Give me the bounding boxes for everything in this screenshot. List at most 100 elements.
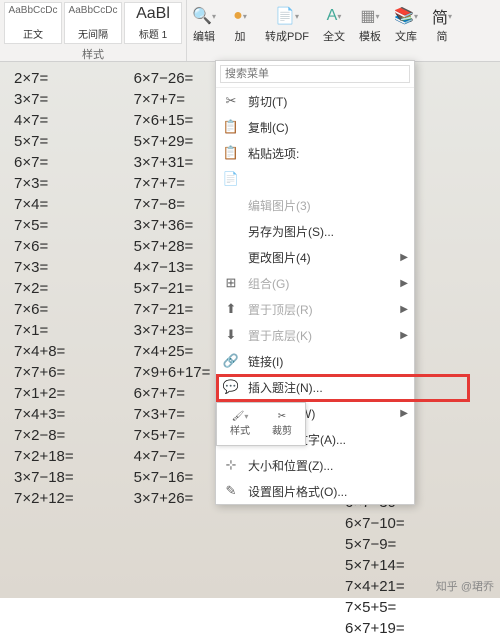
math-expression: 5×7−16= <box>134 469 211 486</box>
menu-item-组合(G): ⊞组合(G)▶ <box>216 270 414 296</box>
ribbon-label: 文库 <box>395 28 417 44</box>
math-expression: 3×7+23= <box>134 322 211 339</box>
math-expression: 4×7−13= <box>134 259 211 276</box>
math-expression: 6×7+19= <box>345 620 405 637</box>
math-expression: 3×7+36= <box>134 217 211 234</box>
math-expression: 7×2+12= <box>14 490 74 507</box>
menu-search-input[interactable] <box>220 65 410 83</box>
menu-label: 大小和位置(Z)... <box>248 457 333 474</box>
ribbon-icon: 📚▾ <box>396 6 416 26</box>
menu-item-链接(I)[interactable]: 🔗 链接(I) <box>216 348 414 374</box>
ribbon-btn-模板[interactable]: ▦▾ 模板 <box>355 4 385 57</box>
style-正文[interactable]: AaBbCcDc正文 <box>4 2 62 44</box>
ribbon-btn-加[interactable]: ●▾加 <box>225 4 255 57</box>
style-name: 无间隔 <box>67 26 119 41</box>
menu-label: 另存为图片(S)... <box>248 223 334 240</box>
math-expression: 7×7−21= <box>134 301 211 318</box>
chevron-right-icon: ▶ <box>400 330 408 341</box>
math-expression: 6×7−26= <box>134 70 211 87</box>
ribbon: AaBbCcDc正文AaBbCcDc无间隔AaBl标题 1 样式 🔍▾编辑●▾加… <box>0 0 500 62</box>
menu-icon: 🔗 <box>222 352 240 370</box>
menu-icon: 💬 <box>222 378 240 396</box>
ribbon-btn-全文[interactable]: A▾ 全文 <box>319 4 349 57</box>
math-expression: 6×7+7= <box>134 385 211 402</box>
menu-item-编辑图片(3): 编辑图片(3) <box>216 192 414 218</box>
ribbon-label: 模板 <box>359 28 381 44</box>
ribbon-btn-编辑[interactable]: 🔍▾编辑 <box>189 4 219 57</box>
styles-group: AaBbCcDc正文AaBbCcDc无间隔AaBl标题 1 样式 <box>0 0 187 61</box>
math-expression: 5×7−21= <box>134 280 211 297</box>
menu-icon: ✎ <box>222 482 240 500</box>
styles-label: 样式 <box>4 46 182 62</box>
menu-item-更改图片(4)[interactable]: 更改图片(4)▶ <box>216 244 414 270</box>
menu-label: 粘贴选项: <box>248 145 299 162</box>
math-expression: 7×6+15= <box>134 112 211 129</box>
ribbon-icon: ▦▾ <box>360 6 380 26</box>
ribbon-label: 全文 <box>323 28 345 44</box>
ribbon-label: 编辑 <box>193 28 215 44</box>
menu-label: 置于底层(K) <box>248 327 312 344</box>
math-expression: 7×5+7= <box>134 427 211 444</box>
ribbon-icon: 简▾ <box>432 6 452 26</box>
math-expression: 7×6= <box>14 301 74 318</box>
ribbon-btn-转成PDF[interactable]: 📄▾转成PDF <box>261 4 313 57</box>
math-expression: 7×4+25= <box>134 343 211 360</box>
math-expression: 5×7+28= <box>134 238 211 255</box>
menu-item-粘贴选项:[interactable]: 📋 粘贴选项: <box>216 140 414 166</box>
mini-crop-button[interactable]: ✂裁剪 <box>272 411 292 437</box>
menu-item-置于底层(K): ⬇ 置于底层(K) ▶ <box>216 322 414 348</box>
menu-icon: ⬇ <box>222 326 240 344</box>
menu-item-另存为图片(S)...[interactable]: 另存为图片(S)... <box>216 218 414 244</box>
menu-item-大小和位置(Z)...[interactable]: ⊹ 大小和位置(Z)... <box>216 452 414 478</box>
mini-style-button[interactable]: 🖌▾样式 <box>230 411 250 437</box>
math-expression: 7×3= <box>14 175 74 192</box>
ribbon-btn-简[interactable]: 简▾ 简 <box>427 4 457 57</box>
style-标题 1[interactable]: AaBl标题 1 <box>124 2 182 44</box>
menu-icon: ⬆ <box>222 300 240 318</box>
ribbon-icon: A▾ <box>324 6 344 26</box>
math-expression: 6×7−10= <box>345 515 405 532</box>
watermark: 知乎 @珺乔 <box>436 578 494 594</box>
math-expression: 4×7−7= <box>134 448 211 465</box>
math-expression: 7×5+5= <box>345 599 405 616</box>
style-name: 正文 <box>7 26 59 41</box>
chevron-right-icon: ▶ <box>400 278 408 289</box>
math-column-2: 6×7−26=7×7+7=7×6+15=5×7+29=3×7+31=7×7+7=… <box>134 70 211 507</box>
math-expression: 3×7+31= <box>134 154 211 171</box>
menu-icon: 📋 <box>222 144 240 162</box>
menu-item-插入题注(N)...[interactable]: 💬插入题注(N)... <box>216 374 414 400</box>
menu-icon <box>222 248 240 266</box>
math-expression: 7×1+2= <box>14 385 74 402</box>
math-expression: 7×7−8= <box>134 196 211 213</box>
math-expression: 7×5= <box>14 217 74 234</box>
math-expression: 5×7= <box>14 133 74 150</box>
menu-icon <box>222 222 240 240</box>
chevron-right-icon: ▶ <box>400 408 408 419</box>
math-expression: 7×2= <box>14 280 74 297</box>
math-expression: 7×2−8= <box>14 427 74 444</box>
menu-label: 链接(I) <box>248 353 283 370</box>
menu-item-paste-option[interactable]: 📄 <box>216 166 414 192</box>
math-expression: 7×3+7= <box>134 406 211 423</box>
math-expression: 5×7+29= <box>134 133 211 150</box>
ribbon-icon: ●▾ <box>230 6 250 26</box>
style-无间隔[interactable]: AaBbCcDc无间隔 <box>64 2 122 44</box>
menu-label: 剪切(T) <box>248 93 287 110</box>
style-preview: AaBbCcDc <box>67 5 119 25</box>
menu-item-复制(C)[interactable]: 📋复制(C) <box>216 114 414 140</box>
style-preview: AaBl <box>127 5 179 25</box>
menu-label: 编辑图片(3) <box>248 197 311 214</box>
menu-label: 更改图片(4) <box>248 249 311 266</box>
menu-icon: ⊹ <box>222 456 240 474</box>
menu-icon: ✂ <box>222 92 240 110</box>
menu-icon: 📋 <box>222 118 240 136</box>
ribbon-actions: 🔍▾编辑●▾加📄▾转成PDF A▾ 全文 ▦▾ 模板 📚▾ 文库简▾ 简 <box>187 0 459 61</box>
ribbon-label: 简 <box>437 28 448 44</box>
menu-item-剪切(T)[interactable]: ✂ 剪切(T) <box>216 88 414 114</box>
ribbon-btn-文库[interactable]: 📚▾ 文库 <box>391 4 421 57</box>
math-expression: 3×7+26= <box>134 490 211 507</box>
menu-item-设置图片格式(O)...[interactable]: ✎设置图片格式(O)... <box>216 478 414 504</box>
math-expression: 5×7+14= <box>345 557 405 574</box>
math-expression: 3×7= <box>14 91 74 108</box>
math-expression: 7×3= <box>14 259 74 276</box>
